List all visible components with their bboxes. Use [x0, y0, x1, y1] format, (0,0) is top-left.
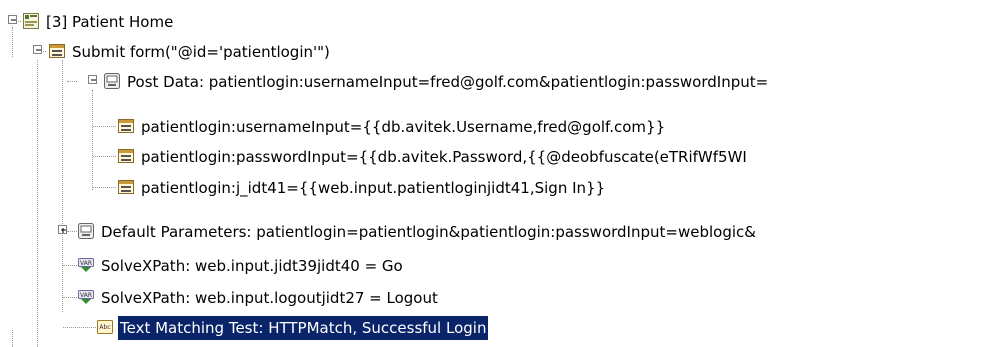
tree-node-label: [3] Patient Home: [46, 13, 174, 31]
tree-node-j-idt41[interactable]: patientlogin:j_idt41={{web.input.patient…: [0, 173, 988, 203]
form-field-icon: [118, 149, 134, 163]
collapse-toggle[interactable]: [8, 15, 17, 24]
svg-text:VAR: VAR: [80, 292, 92, 299]
tree-node-default-parameters[interactable]: Default Parameters: patientlogin=patient…: [0, 217, 988, 247]
tree-node-label: Post Data: patientlogin:usernameInput=fr…: [127, 73, 769, 91]
var-icon: VAR: [78, 258, 94, 272]
form-field-icon: [118, 119, 134, 133]
tree-node-label: patientlogin:usernameInput={{db.avitek.U…: [141, 118, 666, 136]
page-icon: [23, 13, 39, 29]
form-icon: [49, 44, 65, 58]
svg-text:VAR: VAR: [80, 260, 92, 267]
tree-node-post-data[interactable]: Post Data: patientlogin:usernameInput=fr…: [0, 67, 988, 97]
tree-node-text-matching[interactable]: Abc Text Matching Test: HTTPMatch, Succe…: [0, 313, 988, 343]
tree-node-patient-home[interactable]: [3] Patient Home: [0, 7, 988, 37]
tree-node-label: Submit form("@id='patientlogin'"): [72, 43, 330, 61]
form-field-icon: [118, 180, 134, 194]
tree-node-label: patientlogin:j_idt41={{web.input.patient…: [141, 179, 606, 197]
test-tree: [3] Patient Home Submit form("@id='patie…: [0, 0, 988, 347]
tree-node-submit-form[interactable]: Submit form("@id='patientlogin'"): [0, 37, 988, 67]
expand-toggle[interactable]: [58, 225, 67, 234]
tree-node-username-input[interactable]: patientlogin:usernameInput={{db.avitek.U…: [0, 112, 988, 142]
collapse-toggle[interactable]: [33, 45, 42, 54]
parameters-icon: [104, 73, 120, 89]
tree-node-solvexpath-logout[interactable]: VAR SolveXPath: web.input.logoutjidt27 =…: [0, 283, 988, 313]
abc-icon: Abc: [97, 320, 113, 334]
tree-node-password-input[interactable]: patientlogin:passwordInput={{db.avitek.P…: [0, 142, 988, 172]
tree-node-label: Text Matching Test: HTTPMatch, Successfu…: [118, 316, 489, 340]
tree-node-label: SolveXPath: web.input.jidt39jidt40 = Go: [101, 257, 403, 275]
tree-node-solvexpath-go[interactable]: VAR SolveXPath: web.input.jidt39jidt40 =…: [0, 251, 988, 281]
tree-node-label: patientlogin:passwordInput={{db.avitek.P…: [141, 148, 747, 166]
var-icon: VAR: [78, 290, 94, 304]
tree-node-label: Default Parameters: patientlogin=patient…: [101, 223, 756, 241]
collapse-toggle[interactable]: [88, 75, 97, 84]
svg-text:Abc: Abc: [99, 324, 110, 331]
parameters-icon: [78, 223, 94, 239]
tree-node-label: SolveXPath: web.input.logoutjidt27 = Log…: [101, 289, 438, 307]
